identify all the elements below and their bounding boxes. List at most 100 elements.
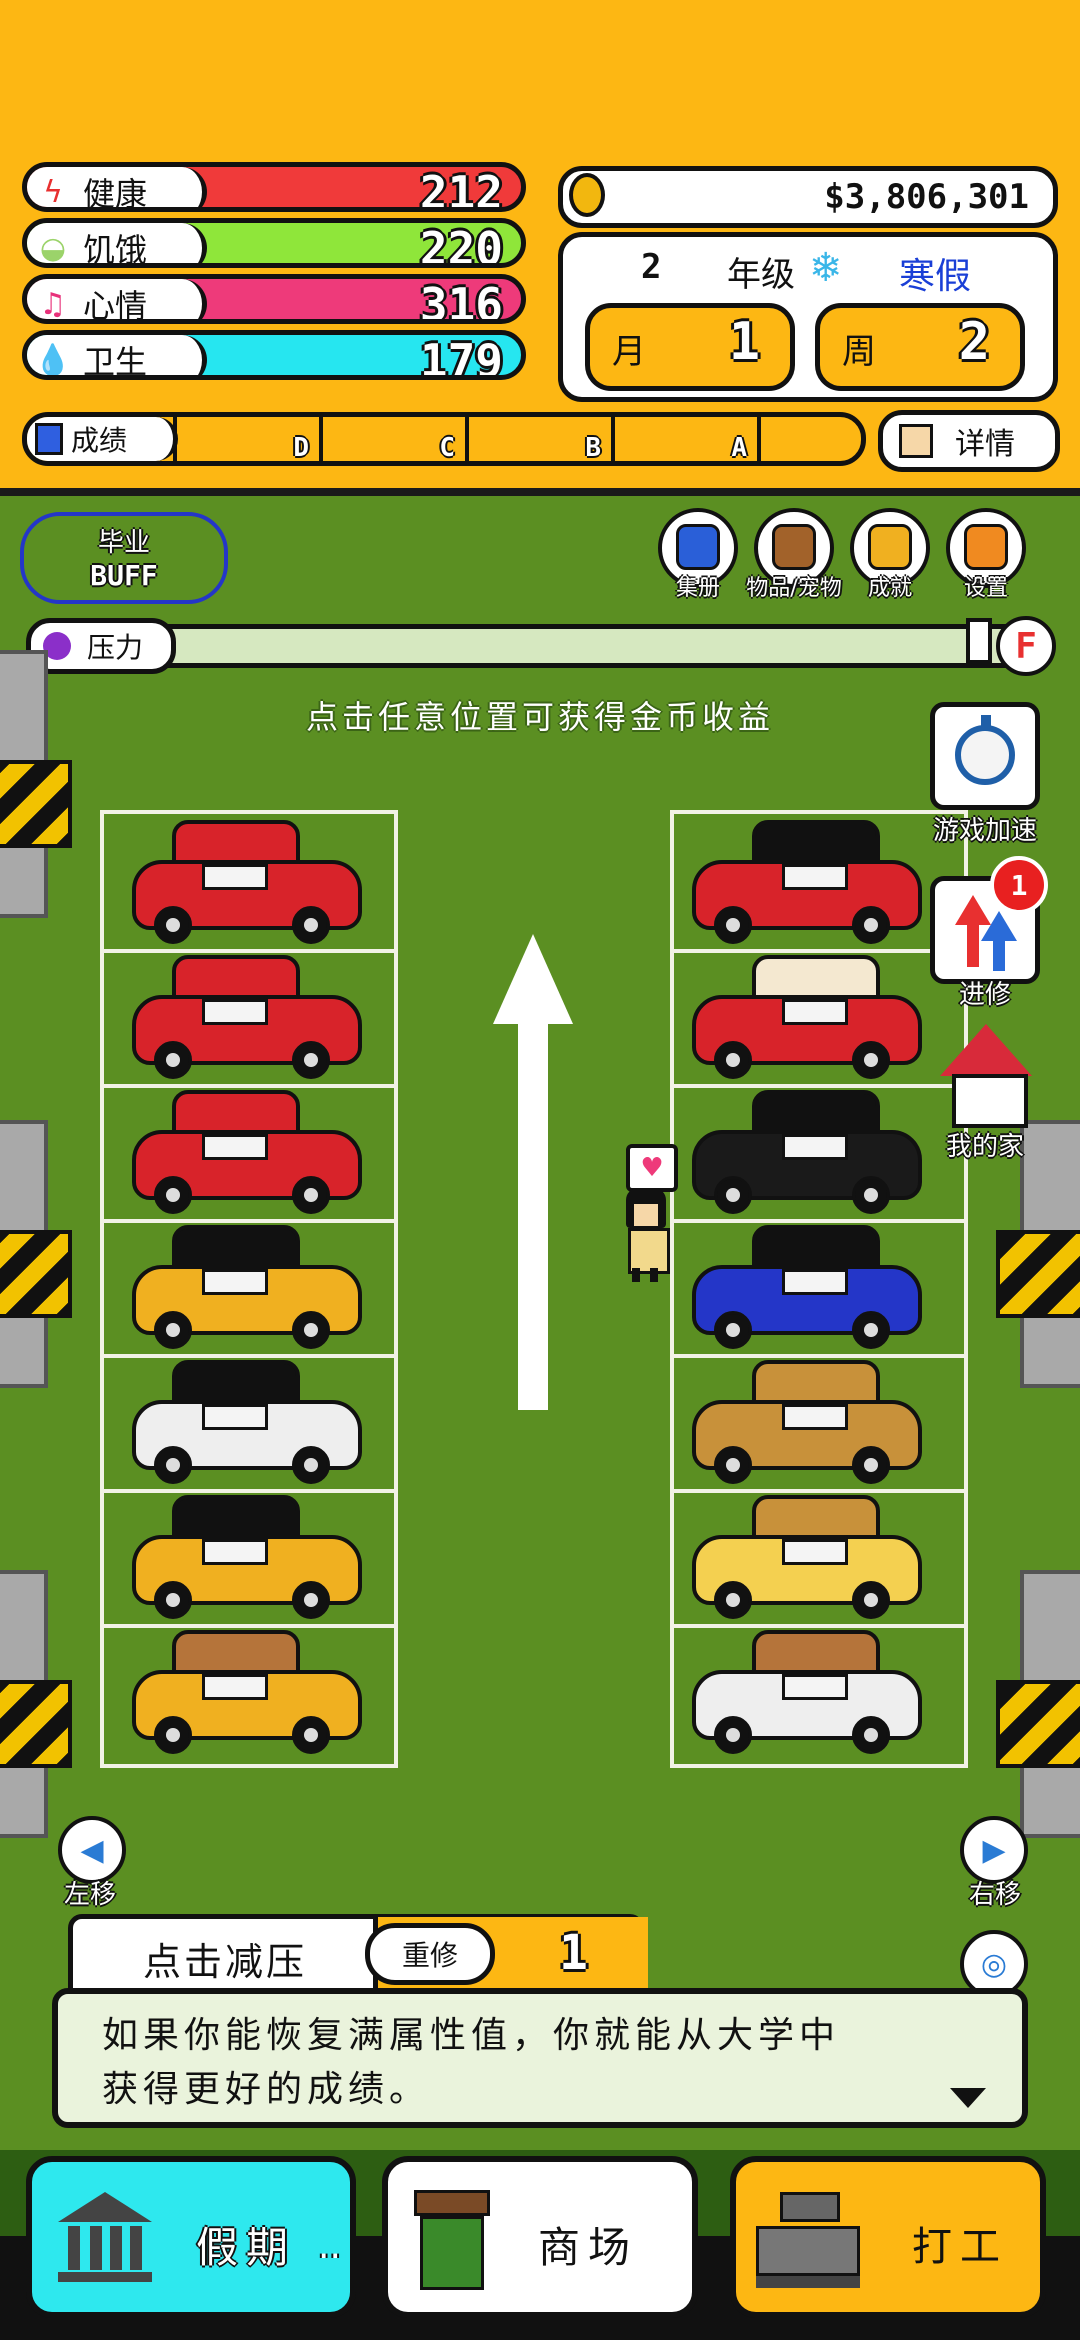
graduation-buff-button[interactable]: 毕业 BUFF xyxy=(20,512,228,604)
pressure-label-box: 压力 xyxy=(26,618,176,674)
parked-car[interactable] xyxy=(692,955,922,1085)
bank-icon xyxy=(58,2192,152,2284)
retake-label: 重修 xyxy=(401,1939,458,1972)
home-icon xyxy=(940,1024,1032,1076)
buff-label: BUFF xyxy=(90,559,158,592)
grade-segment-A: A xyxy=(611,417,757,461)
game-speed-button[interactable] xyxy=(930,702,1040,810)
stat-bar-3: ♫ 心情 316 xyxy=(22,274,526,324)
stress-relief-tab[interactable]: 点击减压 重修 1 xyxy=(68,1914,648,1994)
parked-car[interactable] xyxy=(132,1360,362,1490)
barrier-left-3-stripes xyxy=(0,1680,72,1768)
settings-gear-icon xyxy=(964,524,1008,570)
face-icon xyxy=(899,424,933,458)
stat-label: 心情 xyxy=(83,287,148,324)
home-label: 我的家 xyxy=(945,1132,1024,1162)
parked-car[interactable] xyxy=(132,955,362,1085)
pressure-grade: F xyxy=(1015,625,1037,667)
grade-segment-D: D xyxy=(173,417,319,461)
vacation-label: 假期 xyxy=(196,2223,297,2272)
grade-letter: C xyxy=(439,433,455,463)
stopwatch-icon xyxy=(955,725,1015,785)
season-label: 寒假 xyxy=(899,256,972,297)
home-button[interactable] xyxy=(926,1020,1046,1130)
bowl-icon: ◒ xyxy=(39,230,67,266)
grade-letter: B xyxy=(585,433,601,463)
mall-label: 商场 xyxy=(538,2223,639,2272)
water-drop-icon: 💧 xyxy=(34,342,72,378)
stat-bar-2: ◒ 饥饿 220 xyxy=(22,218,526,268)
part-time-job-label: 打工 xyxy=(912,2224,1008,2270)
parked-car[interactable] xyxy=(692,1090,922,1220)
month-value: 1 xyxy=(728,312,760,372)
parked-car[interactable] xyxy=(692,820,922,950)
pressure-label: 压力 xyxy=(87,631,144,664)
grades-bar[interactable]: 成绩 D C B A xyxy=(22,412,866,466)
vacation-button[interactable]: 假期 .. xyxy=(26,2156,356,2318)
details-label: 详情 xyxy=(955,427,1015,462)
parked-car[interactable] xyxy=(692,1225,922,1355)
heart-bubble: ♥ xyxy=(626,1144,678,1192)
tip-dialog[interactable]: 如果你能恢复满属性值，你就能从大学中 获得更好的成绩。 xyxy=(52,1988,1028,2128)
money-display: $3,806,301 xyxy=(558,166,1058,228)
stat-value: 220 xyxy=(419,222,503,268)
barrier-left-1-stripes xyxy=(0,760,72,848)
barrier-right-2-stripes xyxy=(996,1680,1080,1768)
pressure-track xyxy=(166,624,1016,668)
stat-label-box: 💧 卫生 xyxy=(27,335,207,378)
parked-car[interactable] xyxy=(132,1630,362,1760)
tap-hint: 点击任意位置可获得金币收益 xyxy=(305,698,774,736)
part-time-job-button[interactable]: 打工 xyxy=(730,2156,1046,2318)
mall-button[interactable]: 商场 xyxy=(382,2156,698,2318)
stat-value: 316 xyxy=(419,278,503,324)
stat-label-box: ϟ 健康 xyxy=(27,167,207,212)
game-speed-label: 游戏加速 xyxy=(932,816,1037,846)
parked-car[interactable] xyxy=(692,1360,922,1490)
tip-line-1: 如果你能恢复满属性值，你就能从大学中 xyxy=(102,2015,841,2056)
snowflake-icon: ❄ xyxy=(809,245,843,291)
retake-button[interactable]: 重修 xyxy=(365,1923,495,1985)
grade-number: 2 xyxy=(641,247,662,287)
retake-count: 1 xyxy=(559,1925,588,1981)
week-box: 周 2 xyxy=(815,303,1025,391)
parked-car[interactable] xyxy=(132,820,362,950)
grade-label: 年级 xyxy=(727,255,795,295)
achievement-icon xyxy=(868,524,912,570)
chest-icon xyxy=(772,524,816,570)
album-icon xyxy=(676,524,720,570)
top-icon-label: 设置 xyxy=(963,576,1008,601)
upgrade-badge-count: 1 xyxy=(1010,868,1028,902)
grades-label: 成绩 xyxy=(71,424,128,457)
parked-car[interactable] xyxy=(692,1495,922,1625)
calendar-box: 2 年级 ❄ 寒假 月 1 周 2 xyxy=(558,232,1058,402)
stat-label: 健康 xyxy=(83,175,148,212)
move-right-label: 右移 xyxy=(968,1880,1021,1910)
money-value: $3,806,301 xyxy=(824,177,1029,217)
coin-icon xyxy=(569,173,605,217)
parked-car[interactable] xyxy=(132,1225,362,1355)
report-card-icon xyxy=(35,423,63,455)
grades-label-box: 成绩 xyxy=(27,417,178,461)
parked-car[interactable] xyxy=(132,1495,362,1625)
student-character[interactable] xyxy=(620,1188,670,1284)
month-box: 月 1 xyxy=(585,303,795,391)
barrier-right-1-stripes xyxy=(996,1230,1080,1318)
month-label: 月 xyxy=(612,332,646,372)
grade-letter: A xyxy=(731,433,747,463)
graduation-label: 毕业 xyxy=(97,528,150,558)
stat-bar-4: 💧 卫生 179 xyxy=(22,330,526,380)
grade-segment-C: C xyxy=(319,417,465,461)
pressure-marker xyxy=(966,618,992,664)
pressure-bar: 压力 F xyxy=(26,616,1056,676)
week-label: 周 xyxy=(842,332,876,372)
details-button[interactable]: 详情 xyxy=(878,410,1060,472)
shopping-bag-icon xyxy=(414,2190,490,2290)
panel-divider xyxy=(0,488,1080,496)
move-left-label: 左移 xyxy=(63,1880,116,1910)
grade-segment-B: B xyxy=(465,417,611,461)
tip-line-2: 获得更好的成绩。 xyxy=(102,2069,431,2110)
parked-car[interactable] xyxy=(132,1090,362,1220)
lightning-icon: ϟ xyxy=(43,174,63,210)
parked-car[interactable] xyxy=(692,1630,922,1760)
grade-segment-top xyxy=(757,417,861,461)
